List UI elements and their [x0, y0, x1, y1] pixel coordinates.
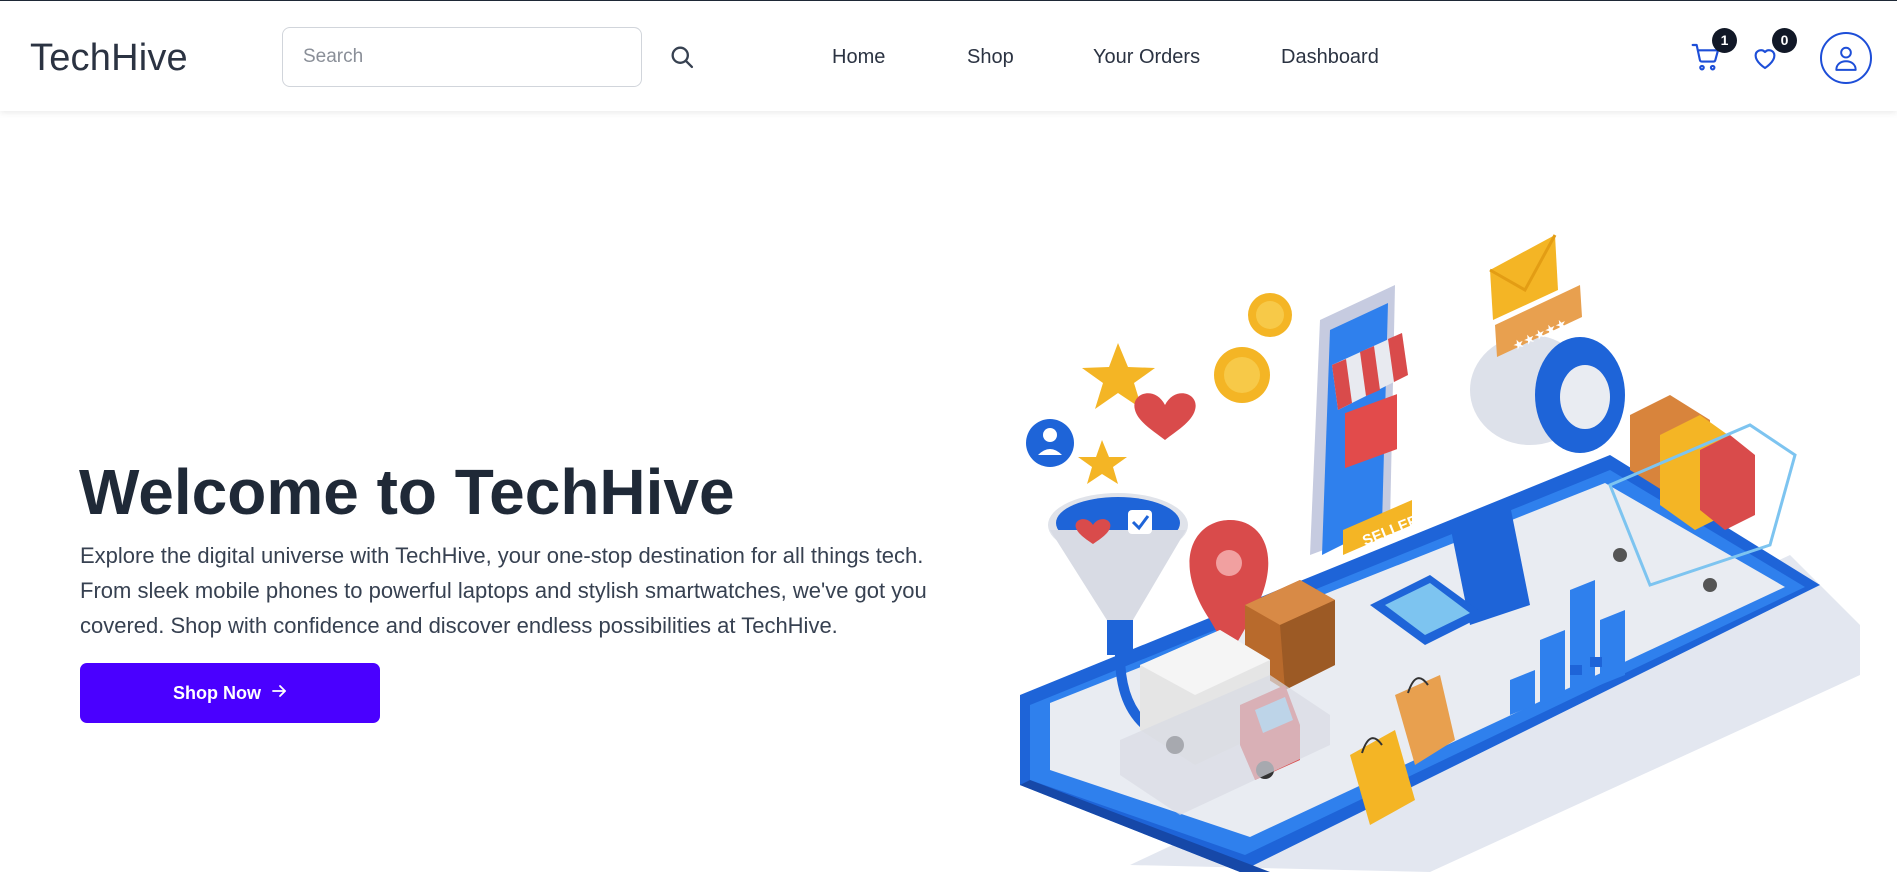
navbar: TechHive Home Shop Your Orders Dashboard…	[0, 1, 1897, 111]
heart-decoration	[1134, 393, 1196, 440]
ecommerce-illustration: SELLER ★★★★★	[1020, 234, 1860, 872]
site-logo[interactable]: TechHive	[30, 37, 188, 80]
shop-now-label: Shop Now	[173, 682, 261, 703]
nav-dashboard[interactable]: Dashboard	[1281, 46, 1379, 69]
star-icon	[1078, 440, 1127, 484]
cart-icon	[1690, 43, 1722, 77]
user-account-button[interactable]	[1820, 32, 1872, 84]
profile-bubble	[1026, 419, 1074, 467]
heart-icon	[1750, 49, 1780, 77]
wishlist-count-badge: 0	[1772, 28, 1797, 53]
wishlist-button[interactable]: 0	[1750, 28, 1797, 78]
search-input[interactable]	[282, 27, 642, 87]
hero-description: Explore the digital universe with TechHi…	[80, 543, 927, 638]
cart-button[interactable]: 1	[1690, 28, 1737, 78]
cart-count-badge: 1	[1712, 28, 1737, 53]
nav-home[interactable]: Home	[832, 46, 885, 69]
search-icon[interactable]	[668, 43, 696, 71]
arrow-right-icon	[271, 683, 287, 704]
shop-now-button[interactable]: Shop Now	[80, 663, 380, 723]
megaphone-mouth	[1560, 365, 1610, 429]
hero-title: Welcome to TechHive	[79, 456, 735, 528]
user-icon	[1833, 44, 1859, 77]
nav-shop[interactable]: Shop	[967, 46, 1014, 69]
nav-your-orders[interactable]: Your Orders	[1093, 46, 1200, 69]
